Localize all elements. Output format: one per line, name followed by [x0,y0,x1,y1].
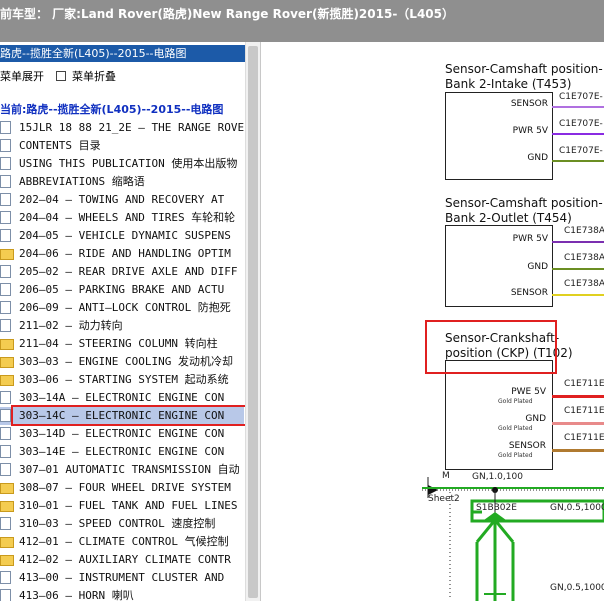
tree-item[interactable]: 206—05 — PARKING BRAKE AND ACTU [0,281,244,299]
document-icon [0,589,11,601]
ground-wire-label: GN,1.0,100 [472,472,523,482]
document-icon [0,265,11,278]
document-icon [0,517,11,530]
document-icon [0,391,11,404]
sheet-link[interactable]: Sheet2 [428,494,460,504]
document-icon [0,571,11,584]
collapse-menu-label: 菜单折叠 [72,70,116,83]
tree-item[interactable]: 413—00 — INSTRUMENT CLUSTER AND [0,569,244,587]
tree-item[interactable]: 308—07 — FOUR WHEEL DRIVE SYSTEM [0,479,244,497]
document-icon [0,175,11,188]
folder-icon [0,249,14,260]
tree-item[interactable]: 204—05 — VEHICLE DYNAMIC SUSPENS [0,227,244,245]
tree-item[interactable]: 303—03 — ENGINE COOLING 发动机冷却 [0,353,244,371]
tree-item[interactable]: USING THIS PUBLICATION 使用本出版物 [0,155,244,173]
ground-label: M [442,471,450,481]
document-icon [0,229,11,242]
window-title-bar: 前车型： 厂家:Land Rover(路虎)New Range Rover(新揽… [0,0,604,42]
tree-item[interactable]: 15JLR 18 88 21_2E — THE RANGE ROVER [0,119,244,137]
tree-item[interactable]: 204—04 — WHEELS AND TIRES 车轮和轮 [0,209,244,227]
folder-icon [0,483,14,494]
folder-icon [0,339,14,350]
crankshaft-sensor-highlight [425,320,557,374]
tree-item[interactable]: 307—01 AUTOMATIC TRANSMISSION 自动 [0,461,244,479]
tree-scrollbar[interactable] [245,42,260,601]
tree-item[interactable]: 204—06 — RIDE AND HANDLING OPTIM [0,245,244,263]
document-icon [0,157,11,170]
document-icon [0,319,11,332]
tree-item[interactable]: ABBREVIATIONS 缩略语 [0,173,244,191]
tree-item[interactable]: 202—04 — TOWING AND RECOVERY AT [0,191,244,209]
window-title: 前车型： 厂家:Land Rover(路虎)New Range Rover(新揽… [0,7,455,21]
splice-wire-label: GN,0.5,1000 [550,503,604,513]
document-icon [0,193,11,206]
tree-item[interactable]: 310—01 — FUEL TANK AND FUEL LINES [0,497,244,515]
document-icon [0,283,11,296]
tree-header[interactable]: 路虎--揽胜全新(L405)--2015--电路图 [0,45,259,62]
collapse-icon [56,71,66,81]
folder-icon [0,537,14,548]
selected-item-highlight [11,405,248,426]
current-path: 当前:路虎--揽胜全新(L405)--2015--电路图 [0,103,224,116]
tree-item[interactable]: 205—02 — REAR DRIVE AXLE AND DIFF [0,263,244,281]
tree-item[interactable]: 206—09 — ANTI—LOCK CONTROL 防抱死 [0,299,244,317]
tree-item[interactable]: 412—02 — AUXILIARY CLIMATE CONTR [0,551,244,569]
document-icon [0,463,11,476]
document-icon [0,409,11,422]
document-icon [0,445,11,458]
expand-menu-label: 菜单展开 [0,70,44,83]
document-icon [0,427,11,440]
tree-item[interactable]: CONTENTS 目录 [0,137,244,155]
tree-item[interactable]: 310—03 — SPEED CONTROL 速度控制 [0,515,244,533]
document-icon [0,121,11,134]
tree-item[interactable]: 303—14E — ELECTRONIC ENGINE CON [0,443,244,461]
navigation-panel: 路虎--揽胜全新(L405)--2015--电路图 菜单展开 菜单折叠 当前:路… [0,42,261,601]
document-icon [0,211,11,224]
collapse-menu-button[interactable]: 菜单折叠 [56,68,116,84]
expand-menu-button[interactable]: 菜单展开 [0,68,44,84]
folder-icon [0,357,14,368]
tree-item[interactable]: 413—06 — HORN 喇叭 [0,587,244,601]
folder-icon [0,501,14,512]
tree-item[interactable]: 303—14D — ELECTRONIC ENGINE CON [0,425,244,443]
tree-item[interactable]: 211—04 — STEERING COLUMN 转向柱 [0,335,244,353]
tree-item[interactable]: 211—02 — 动力转向 [0,317,244,335]
document-icon [0,301,11,314]
folder-icon [0,555,14,566]
bottom-wire-label: GN,0.5,1000 [550,583,604,593]
document-tree: 15JLR 18 88 21_2E — THE RANGE ROVER CONT… [0,119,244,601]
splice-label: S1BB02E [476,503,517,513]
scrollbar-thumb[interactable] [248,46,258,598]
folder-icon [0,375,14,386]
tree-item[interactable]: 412—01 — CLIMATE CONTROL 气候控制 [0,533,244,551]
tree-item[interactable]: 303—06 — STARTING SYSTEM 起动系统 [0,371,244,389]
document-icon [0,139,11,152]
